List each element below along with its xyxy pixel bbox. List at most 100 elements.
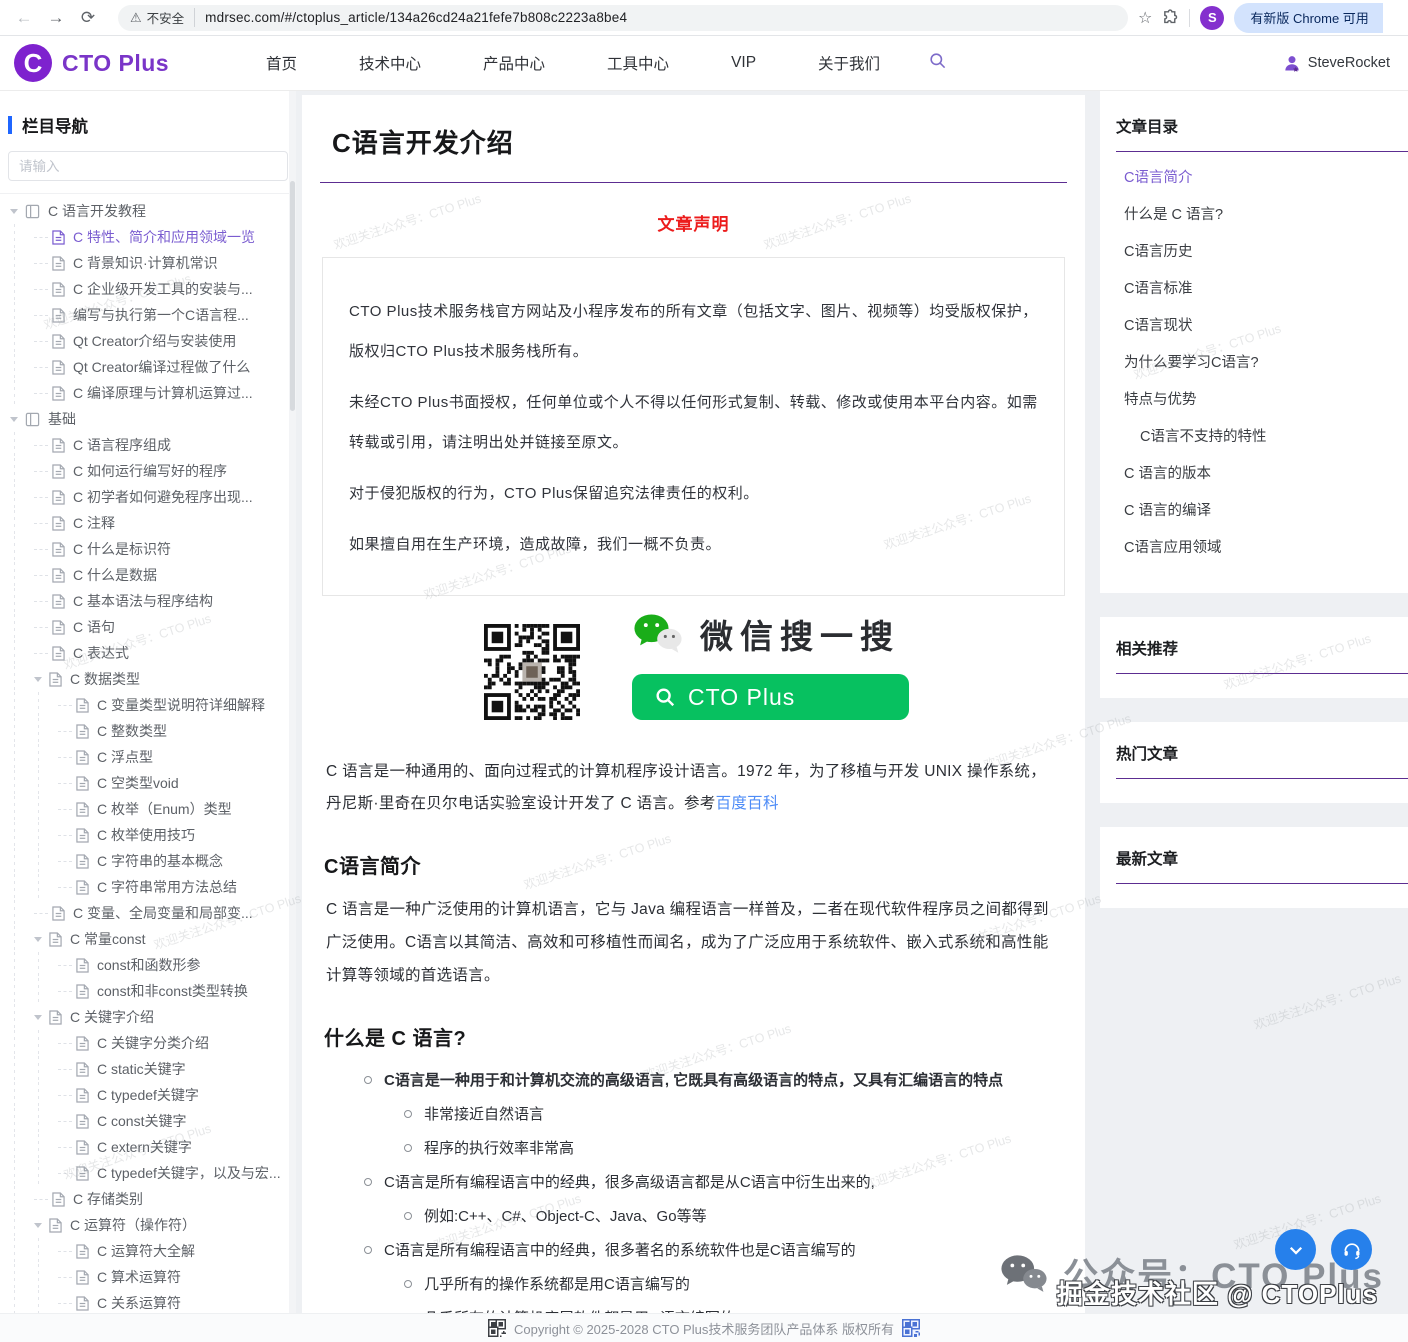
document-icon [49, 1010, 62, 1025]
tree-item[interactable]: C 什么是标识符 [0, 536, 296, 562]
tree-item[interactable]: Qt Creator编译过程做了什么 [0, 354, 296, 380]
user-menu[interactable]: SteveRocket [1282, 53, 1390, 73]
tree-item[interactable]: C 关系运算符 [0, 1290, 296, 1313]
scrollbar-thumb[interactable] [290, 181, 295, 411]
toc-item[interactable]: C语言历史 [1100, 232, 1408, 269]
article-card: C语言开发介绍 文章声明 CTO Plus技术服务栈官方网站及小程序发布的所有文… [302, 95, 1085, 1313]
tree-item-label: C 初学者如何避免程序出现... [73, 487, 253, 507]
toc-item[interactable]: 特点与优势 [1100, 380, 1408, 417]
search-icon[interactable] [928, 51, 947, 75]
tree-item[interactable]: C 关键字介绍 [0, 1004, 296, 1030]
toc-item[interactable]: C 语言的编译 [1100, 491, 1408, 528]
address-bar[interactable]: ⚠ 不安全 mdrsec.com/#/ctoplus_article/134a2… [118, 5, 1128, 31]
tree-item[interactable]: const和函数形参 [0, 952, 296, 978]
tree-item[interactable]: C 什么是数据 [0, 562, 296, 588]
back-icon[interactable]: ← [10, 4, 38, 32]
sidebar-scrollbar[interactable] [289, 91, 296, 1313]
toc-item[interactable]: C语言不支持的特性 [1100, 417, 1408, 454]
toolbar-divider [1189, 9, 1190, 27]
expand-caret-icon[interactable] [34, 677, 42, 682]
baike-link[interactable]: 百度百科 [716, 795, 779, 812]
toc-item[interactable]: 为什么要学习C语言? [1100, 343, 1408, 380]
profile-avatar[interactable]: S [1200, 6, 1224, 30]
wechat-search-button[interactable]: CTO Plus [632, 674, 909, 720]
scroll-button[interactable] [1275, 1229, 1316, 1270]
toc-item[interactable]: C 语言的版本 [1100, 454, 1408, 491]
tree-guide [58, 1121, 72, 1122]
forward-icon[interactable]: → [42, 4, 70, 32]
extensions-icon[interactable] [1162, 9, 1179, 26]
tree-item[interactable]: C 注释 [0, 510, 296, 536]
nav-item-3[interactable]: 工具中心 [607, 52, 669, 74]
tree-item[interactable]: C 整数类型 [0, 718, 296, 744]
tree-item[interactable]: C 字符串的基本概念 [0, 848, 296, 874]
tree-item[interactable]: C 浮点型 [0, 744, 296, 770]
security-chip[interactable]: ⚠ 不安全 [130, 8, 195, 27]
expand-caret-icon[interactable] [34, 1223, 42, 1228]
tree-item[interactable]: C 运算符大全解 [0, 1238, 296, 1264]
nav-item-4[interactable]: VIP [731, 54, 756, 72]
tree-item[interactable]: C 运算符（操作符） [0, 1212, 296, 1238]
tree-guide [34, 523, 48, 524]
tree-item[interactable]: C 背景知识·计算机常识 [0, 250, 296, 276]
tree-item[interactable]: C 编译原理与计算机运算过... [0, 380, 296, 406]
tree-item[interactable]: C 枚举（Enum）类型 [0, 796, 296, 822]
title-rule [320, 182, 1067, 183]
nav-item-2[interactable]: 产品中心 [483, 52, 545, 74]
tree-item[interactable]: C 空类型void [0, 770, 296, 796]
reload-icon[interactable]: ⟳ [74, 4, 102, 32]
tree-item[interactable]: Qt Creator介绍与安装使用 [0, 328, 296, 354]
tree-item[interactable]: C typedef关键字，以及与宏... [0, 1160, 296, 1186]
tree-branch[interactable]: C 语言开发教程 [0, 198, 296, 224]
expand-caret-icon[interactable] [10, 209, 18, 214]
toc-item[interactable]: C语言标准 [1100, 269, 1408, 306]
document-icon [52, 542, 65, 557]
tree-item-label: C 企业级开发工具的安装与... [73, 279, 253, 299]
tree-item[interactable]: C 字符串常用方法总结 [0, 874, 296, 900]
customer-service-button[interactable] [1331, 1229, 1372, 1270]
tree-item[interactable]: C extern关键字 [0, 1134, 296, 1160]
tree-item[interactable]: C 枚举使用技巧 [0, 822, 296, 848]
tree-item[interactable]: C 企业级开发工具的安装与... [0, 276, 296, 302]
tree-item[interactable]: C typedef关键字 [0, 1082, 296, 1108]
user-name: SteveRocket [1308, 55, 1390, 71]
tree-item[interactable]: const和非const类型转换 [0, 978, 296, 1004]
tree-item[interactable]: C 语言程序组成 [0, 432, 296, 458]
tree-item[interactable]: C 变量类型说明符详细解释 [0, 692, 296, 718]
nav-item-5[interactable]: 关于我们 [818, 52, 880, 74]
toc-item[interactable]: 什么是 C 语言? [1100, 195, 1408, 232]
nav-item-1[interactable]: 技术中心 [359, 52, 421, 74]
tree-item-label: C 常量const [70, 929, 145, 949]
expand-caret-icon[interactable] [34, 1015, 42, 1020]
tree-item[interactable]: C const关键字 [0, 1108, 296, 1134]
tree-item[interactable]: C 基本语法与程序结构 [0, 588, 296, 614]
tree-item[interactable]: C 算术运算符 [0, 1264, 296, 1290]
tree-item[interactable]: C 常量const [0, 926, 296, 952]
tree-item[interactable]: C 数据类型 [0, 666, 296, 692]
chrome-update-button[interactable]: 有新版 Chrome 可用 [1234, 3, 1382, 33]
tree-item-label: C 语言开发教程 [48, 201, 146, 221]
tree-item[interactable]: C 关键字分类介绍 [0, 1030, 296, 1056]
tree-item[interactable]: C 语句 [0, 614, 296, 640]
toc-item[interactable]: C语言现状 [1100, 306, 1408, 343]
tree-item[interactable]: 编写与执行第一个C语言程... [0, 302, 296, 328]
tree-item[interactable]: C 变量、全局变量和局部变... [0, 900, 296, 926]
tree-item[interactable]: C static关键字 [0, 1056, 296, 1082]
expand-caret-icon[interactable] [10, 417, 18, 422]
tree-branch[interactable]: 基础 [0, 406, 296, 432]
site-logo[interactable]: C CTO Plus [14, 44, 244, 82]
tree-item[interactable]: C 如何运行编写好的程序 [0, 458, 296, 484]
toc-rule [1116, 151, 1408, 152]
tree-item[interactable]: C 表达式 [0, 640, 296, 666]
side-card: 相关推荐 [1100, 617, 1408, 698]
tree-guide [34, 601, 48, 602]
toc-item[interactable]: C语言简介 [1100, 158, 1408, 195]
bookmark-star-icon[interactable]: ☆ [1138, 8, 1152, 28]
tree-item[interactable]: C 初学者如何避免程序出现... [0, 484, 296, 510]
nav-item-0[interactable]: 首页 [266, 52, 297, 74]
tree-item[interactable]: C 存储类别 [0, 1186, 296, 1212]
sidebar-search-input[interactable] [8, 151, 288, 181]
toc-item[interactable]: C语言应用领域 [1100, 528, 1408, 565]
expand-caret-icon[interactable] [34, 937, 42, 942]
tree-item[interactable]: C 特性、简介和应用领域一览 [0, 224, 296, 250]
